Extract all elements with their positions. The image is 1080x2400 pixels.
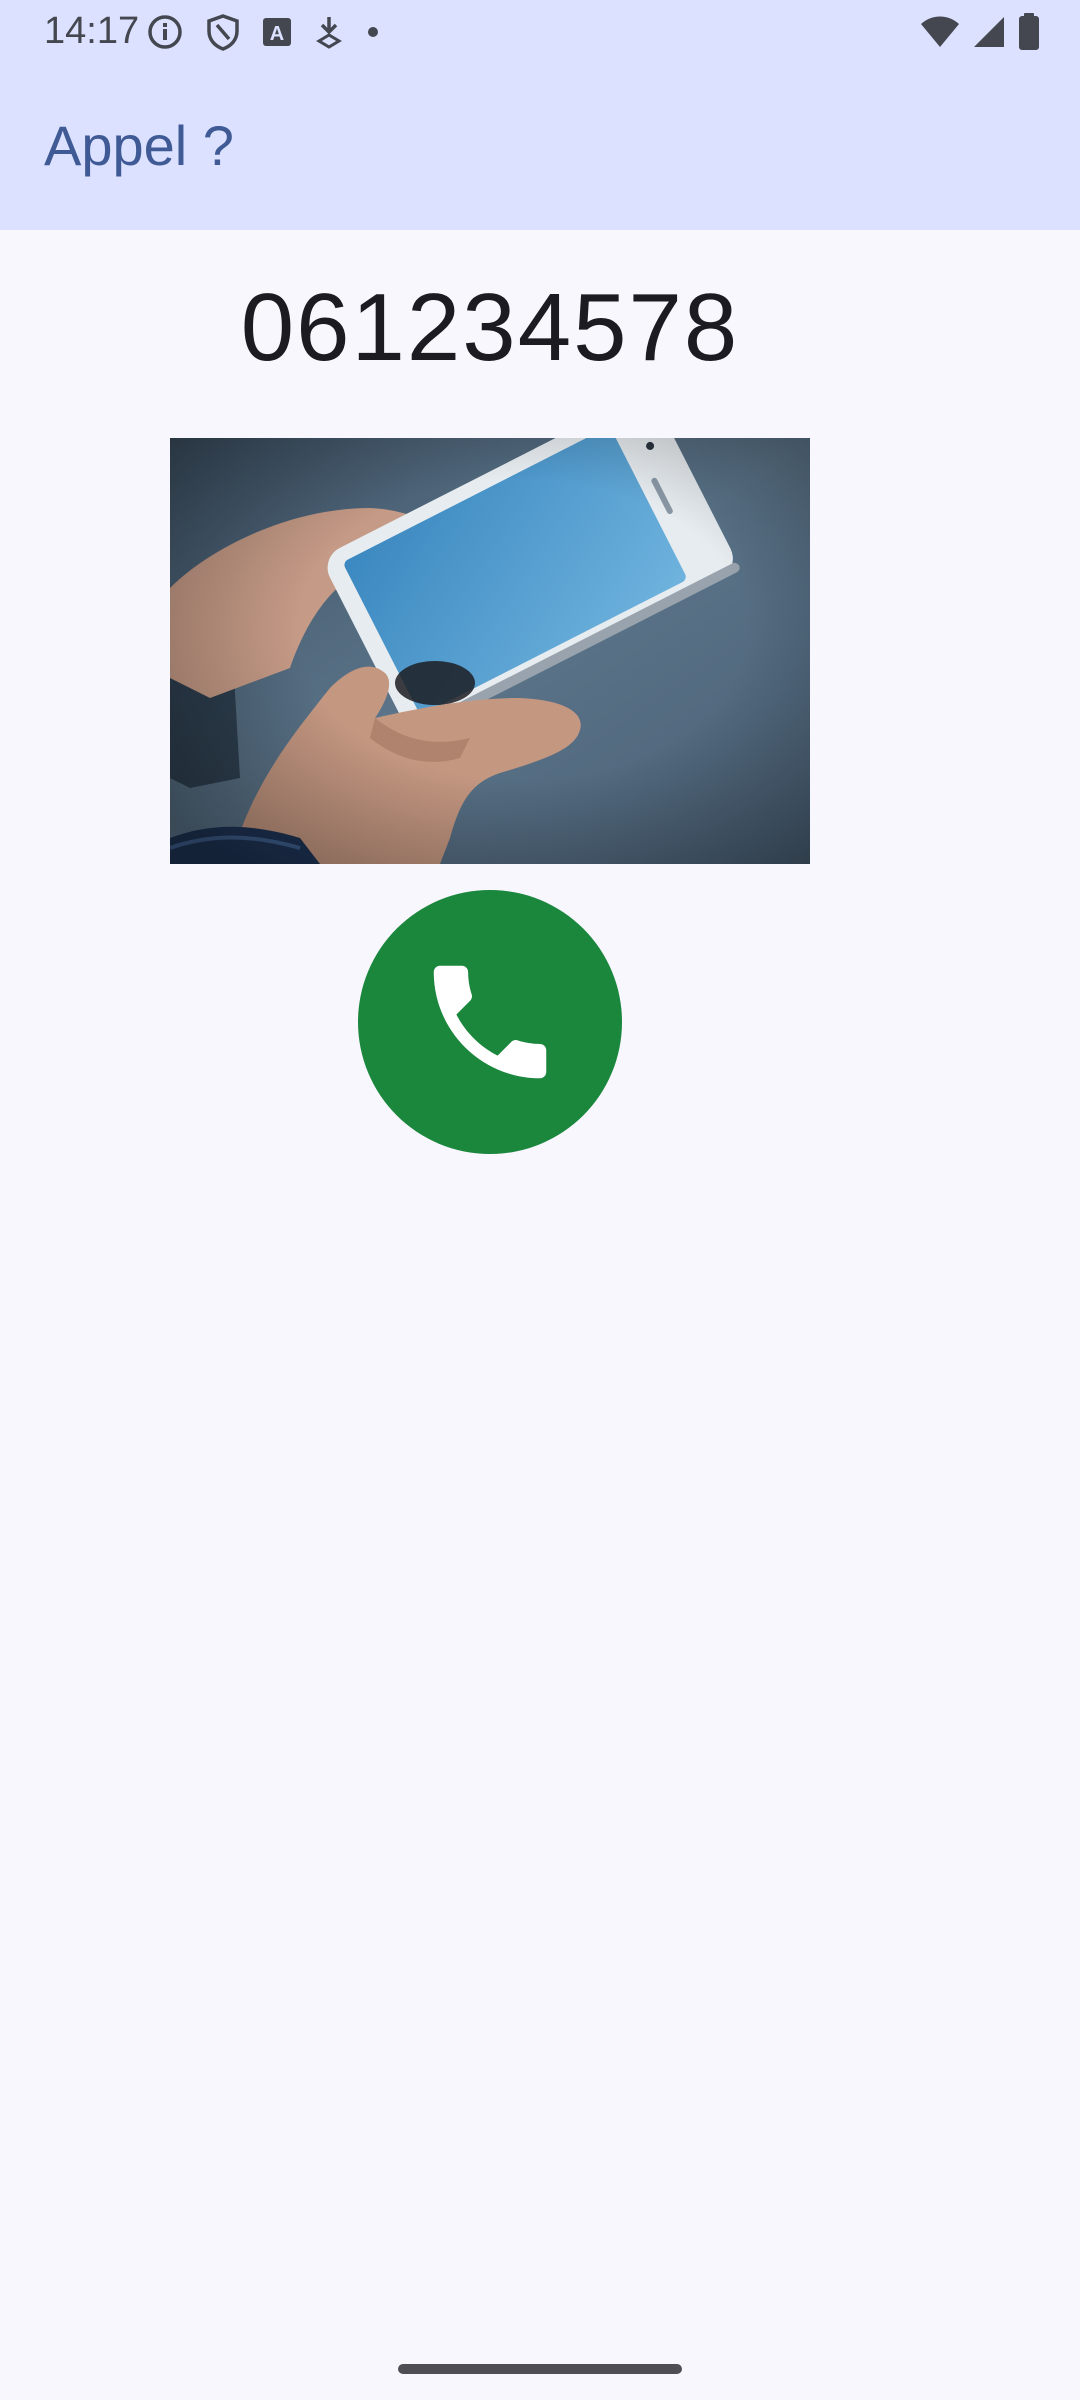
gesture-nav-handle[interactable] xyxy=(398,2364,682,2374)
hands-holding-smartphone-photo xyxy=(170,438,810,864)
phone-handset-icon xyxy=(433,965,547,1079)
shield-icon xyxy=(207,14,239,51)
svg-text:A: A xyxy=(270,23,284,45)
dot-icon xyxy=(368,27,378,37)
wifi-icon xyxy=(921,16,959,47)
status-bar: 14:17 A xyxy=(0,0,1080,62)
status-icons-left: A xyxy=(146,12,380,52)
app-bar: Appel ? xyxy=(0,62,1080,230)
cellular-signal-icon xyxy=(974,17,1004,47)
call-button[interactable] xyxy=(358,890,622,1154)
font-a-icon: A xyxy=(263,18,291,46)
page-title: Appel ? xyxy=(44,114,234,177)
phone-number: 061234578 xyxy=(240,274,740,381)
info-icon xyxy=(148,15,182,49)
status-icons-right xyxy=(920,12,1040,52)
status-time: 14:17 xyxy=(44,10,140,52)
download-arrow-icon xyxy=(316,17,342,49)
battery-icon xyxy=(1019,13,1039,50)
